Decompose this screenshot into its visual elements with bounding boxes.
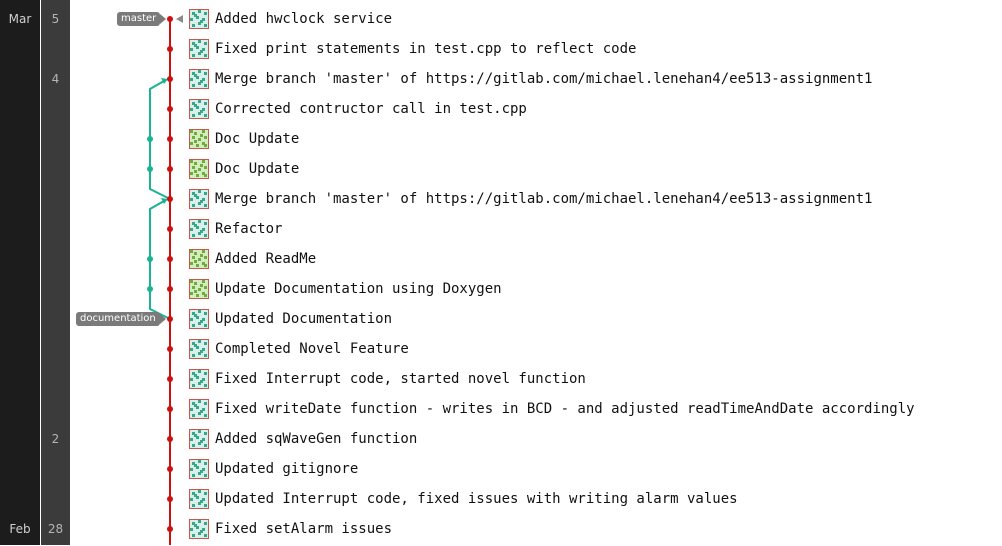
- author-avatar: [189, 219, 209, 239]
- commit-message: Doc Update: [215, 131, 300, 147]
- author-avatar: [189, 459, 209, 479]
- commit-dot: [167, 466, 173, 472]
- side-commit-dot: [147, 256, 153, 262]
- commit-dot: [167, 226, 173, 232]
- commit-dot: [167, 286, 173, 292]
- commit-row[interactable]: Doc Update: [189, 126, 989, 156]
- commit-message: Update Documentation using Doxygen: [215, 281, 502, 297]
- commit-message: Fixed setAlarm issues: [215, 521, 393, 537]
- author-avatar: [189, 279, 209, 299]
- commit-message: Fixed Interrupt code, started novel func…: [215, 371, 586, 387]
- commit-row[interactable]: Refactor: [189, 216, 989, 246]
- commit-message: Corrected contructor call in test.cpp: [215, 101, 527, 117]
- commit-row[interactable]: Updated Documentation: [189, 306, 989, 336]
- commit-row[interactable]: Update Documentation using Doxygen: [189, 276, 989, 306]
- author-avatar: [189, 519, 209, 539]
- commit-message: Completed Novel Feature: [215, 341, 409, 357]
- commit-message: Updated Interrupt code, fixed issues wit…: [215, 491, 738, 507]
- commit-dot: [167, 256, 173, 262]
- commit-message: Added sqWaveGen function: [215, 431, 418, 447]
- commit-dot: [167, 166, 173, 172]
- commit-dot: [167, 106, 173, 112]
- commit-row[interactable]: Fixed Interrupt code, started novel func…: [189, 366, 989, 396]
- branch-tag-master[interactable]: master: [117, 12, 167, 26]
- commit-row[interactable]: Updated Interrupt code, fixed issues wit…: [189, 486, 989, 516]
- author-avatar: [189, 399, 209, 419]
- author-avatar: [189, 69, 209, 89]
- commit-message: Merge branch 'master' of https://gitlab.…: [215, 191, 873, 207]
- commit-row[interactable]: Doc Update: [189, 156, 989, 186]
- commit-message: Updated Documentation: [215, 311, 393, 327]
- commit-row[interactable]: Fixed print statements in test.cpp to re…: [189, 36, 989, 66]
- author-avatar: [189, 489, 209, 509]
- commit-row[interactable]: Fixed setAlarm issues: [189, 516, 989, 546]
- author-avatar: [189, 189, 209, 209]
- commit-message: Updated gitignore: [215, 461, 359, 477]
- author-avatar: [189, 99, 209, 119]
- side-commit-dot: [147, 136, 153, 142]
- commit-row[interactable]: Completed Novel Feature: [189, 336, 989, 366]
- author-avatar: [189, 39, 209, 59]
- commit-row[interactable]: Corrected contructor call in test.cpp: [189, 96, 989, 126]
- commit-dot: [167, 46, 173, 52]
- commit-message: Added hwclock service: [215, 11, 393, 27]
- author-avatar: [189, 9, 209, 29]
- commit-dot: [167, 76, 173, 82]
- commit-row[interactable]: Added ReadMe: [189, 246, 989, 276]
- commit-row[interactable]: Merge branch 'master' of https://gitlab.…: [189, 186, 989, 216]
- commit-dot: [167, 346, 173, 352]
- commit-dot: [167, 16, 173, 22]
- commit-row[interactable]: Added sqWaveGen function: [189, 426, 989, 456]
- commit-row[interactable]: Updated gitignore: [189, 456, 989, 486]
- author-avatar: [189, 339, 209, 359]
- commit-message: Doc Update: [215, 161, 300, 177]
- head-pointer-icon: [176, 15, 183, 23]
- author-avatar: [189, 309, 209, 329]
- commit-dot: [167, 316, 173, 322]
- commit-row[interactable]: Merge branch 'master' of https://gitlab.…: [189, 66, 989, 96]
- commit-dot: [167, 436, 173, 442]
- branch-tag-documentation[interactable]: documentation: [76, 312, 166, 326]
- commit-message: Fixed print statements in test.cpp to re…: [215, 41, 637, 57]
- author-avatar: [189, 369, 209, 389]
- side-commit-dot: [147, 166, 153, 172]
- author-avatar: [189, 429, 209, 449]
- commit-message: Fixed writeDate function - writes in BCD…: [215, 401, 915, 417]
- commit-row[interactable]: Fixed writeDate function - writes in BCD…: [189, 396, 989, 426]
- author-avatar: [189, 129, 209, 149]
- author-avatar: [189, 249, 209, 269]
- commit-message: Merge branch 'master' of https://gitlab.…: [215, 71, 873, 87]
- commit-message: Added ReadMe: [215, 251, 317, 267]
- commit-message: Refactor: [215, 221, 283, 237]
- side-branch-line: [149, 80, 171, 200]
- commit-dot: [167, 496, 173, 502]
- commit-dot: [167, 136, 173, 142]
- commit-dot: [167, 196, 173, 202]
- side-branch-line: [149, 200, 171, 320]
- side-commit-dot: [147, 286, 153, 292]
- commit-dot: [167, 406, 173, 412]
- commit-dot: [167, 526, 173, 532]
- commit-row[interactable]: Added hwclock service: [189, 6, 989, 36]
- commit-dot: [167, 376, 173, 382]
- author-avatar: [189, 159, 209, 179]
